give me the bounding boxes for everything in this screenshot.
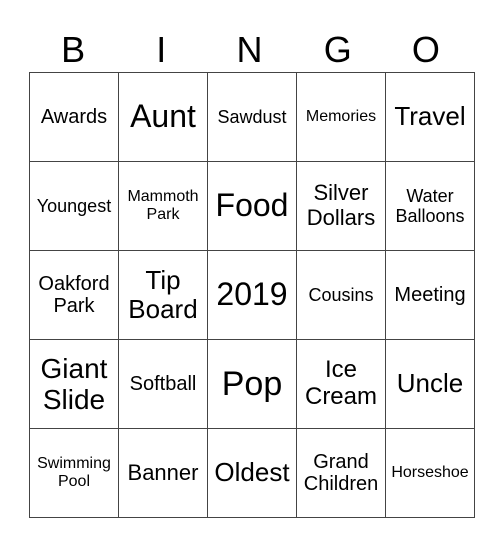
bingo-cell[interactable]: Tip Board — [118, 250, 208, 340]
bingo-cell[interactable]: Youngest — [29, 161, 119, 251]
bingo-cell[interactable]: Cousins — [296, 250, 386, 340]
header-letter-n: N — [236, 29, 263, 70]
bingo-cell[interactable]: Meeting — [385, 250, 475, 340]
bingo-cell[interactable]: Grand Children — [296, 428, 386, 518]
bingo-cell[interactable]: Memories — [296, 72, 386, 162]
bingo-cell[interactable]: Swimming Pool — [29, 428, 119, 518]
bingo-cell[interactable]: Giant Slide — [29, 339, 119, 429]
bingo-cell[interactable]: Sawdust — [207, 72, 297, 162]
bingo-cell[interactable]: Travel — [385, 72, 475, 162]
bingo-cell[interactable]: Oldest — [207, 428, 297, 518]
bingo-cell[interactable]: Horseshoe — [385, 428, 475, 518]
bingo-cell[interactable]: Oakford Park — [29, 250, 119, 340]
header-letter-b: B — [61, 29, 86, 70]
bingo-cell[interactable]: Awards — [29, 72, 119, 162]
bingo-header: B I N G O — [29, 28, 470, 72]
bingo-cell[interactable]: Food — [207, 161, 297, 251]
bingo-grid: Awards Aunt Sawdust Memories Travel Youn… — [29, 72, 475, 518]
grid-row: Youngest Mammoth Park Food Silver Dollars … — [29, 161, 475, 251]
grid-row: Awards Aunt Sawdust Memories Travel — [29, 72, 475, 162]
header-letter-o: O — [411, 29, 440, 70]
grid-row: Giant Slide Softball Pop Ice Cream Uncle — [29, 339, 475, 429]
bingo-cell[interactable]: Aunt — [118, 72, 208, 162]
bingo-cell[interactable]: Ice Cream — [296, 339, 386, 429]
grid-row: Swimming Pool Banner Oldest Grand Children… — [29, 428, 475, 518]
header-letter-i: I — [156, 29, 167, 70]
header-letter-g: G — [323, 29, 352, 70]
bingo-cell[interactable]: Banner — [118, 428, 208, 518]
bingo-cell[interactable]: Pop — [207, 339, 297, 429]
bingo-cell[interactable]: 2019 — [207, 250, 297, 340]
bingo-cell[interactable]: Softball — [118, 339, 208, 429]
bingo-cell[interactable]: Uncle — [385, 339, 475, 429]
grid-row: Oakford Park Tip Board 2019 Cousins Meetin… — [29, 250, 475, 340]
bingo-cell[interactable]: Silver Dollars — [296, 161, 386, 251]
bingo-cell[interactable]: Mammoth Park — [118, 161, 208, 251]
bingo-cell[interactable]: Water Balloons — [385, 161, 475, 251]
